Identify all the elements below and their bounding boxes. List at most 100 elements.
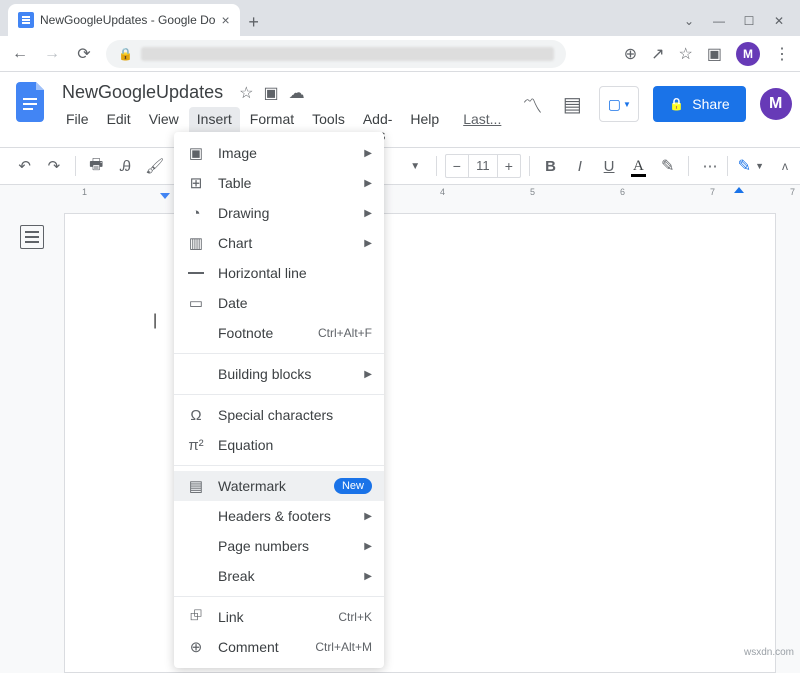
menu-item-label: Break [218,568,352,584]
new-tab-button[interactable]: + [240,8,268,36]
italic-button[interactable]: I [567,153,592,179]
document-title[interactable]: NewGoogleUpdates [58,80,227,105]
url-field[interactable]: 🔒 [106,40,566,68]
ruler[interactable]: 1 2 3 4 5 6 7 7 [0,185,800,201]
menu-item-special-characters[interactable]: Ω Special characters [174,400,384,430]
menu-item-label: Footnote [218,325,306,341]
window-controls: ⌄ — ☐ ✕ [682,14,800,36]
extensions-icon[interactable]: ▣ [707,44,722,64]
close-tab-icon[interactable]: × [221,12,229,28]
menu-item-image[interactable]: ▣Image▶ [174,138,384,168]
menu-item-break[interactable]: Break ▶ [174,561,384,591]
paint-format-button[interactable]: 🖌 [142,153,167,179]
menu-item-equation[interactable]: π²Equation [174,430,384,460]
text-cursor [155,312,156,330]
menu-item-link[interactable]: ⮺LinkCtrl+K [174,602,384,632]
minimize-icon[interactable]: — [712,14,726,28]
style-dropdown-arrow[interactable]: ▼ [403,153,428,179]
menu-item-watermark[interactable]: ▤WatermarkNew [174,471,384,501]
menu-item-horizontal-line[interactable]: Horizontal line [174,258,384,288]
menu-item-label: Drawing [218,205,352,221]
chevron-down-icon[interactable]: ⌄ [682,14,696,28]
move-icon[interactable]: ▣ [263,83,278,103]
cloud-status-icon[interactable]: ☁ [289,83,305,103]
menu-help[interactable]: Help [402,107,447,147]
redo-button[interactable]: ↷ [41,153,66,179]
menu-file[interactable]: File [58,107,97,147]
menu-item-building-blocks[interactable]: Building blocks▶ [174,359,384,389]
tab-title: NewGoogleUpdates - Google Do [40,13,215,27]
browser-tab-strip: NewGoogleUpdates - Google Do × + ⌄ — ☐ ✕ [0,0,800,36]
menu-item-chart[interactable]: ▥Chart▶ [174,228,384,258]
special-icon: Ω [186,405,206,425]
blank-icon [186,323,206,343]
menu-item-label: Comment [218,639,303,655]
comments-icon[interactable]: ▤ [559,92,585,117]
close-window-icon[interactable]: ✕ [772,14,786,28]
menu-item-label: Chart [218,235,352,251]
forward-button[interactable]: → [42,45,62,63]
address-bar: ← → ⟳ 🔒 ⊕ ↗ ☆ ▣ M ⋮ [0,36,800,72]
indent-first-line[interactable] [160,193,170,199]
underline-button[interactable]: U [596,153,621,179]
outline-icon[interactable] [20,225,44,249]
menu-item-drawing[interactable]: ◔Drawing▶ [174,198,384,228]
share-page-icon[interactable]: ↗ [651,44,664,64]
menu-item-label: Building blocks [218,366,352,382]
menu-item-label: Table [218,175,352,191]
docs-logo[interactable] [16,80,48,126]
menu-item-date[interactable]: ▭Date [174,288,384,318]
spellcheck-button[interactable]: Ꭿ [113,153,138,179]
back-button[interactable]: ← [10,45,30,63]
menu-item-table[interactable]: ⊞Table▶ [174,168,384,198]
menu-item-comment[interactable]: ⊕CommentCtrl+Alt+M [174,632,384,662]
bookmark-icon[interactable]: ☆ [679,44,693,64]
canvas-area [0,201,800,673]
submenu-arrow-icon: ▶ [364,571,372,582]
edit-mode-icon[interactable]: ✎ [738,156,751,176]
submenu-arrow-icon: ▶ [364,541,372,552]
present-button[interactable]: ▢▼ [599,86,639,122]
zoom-icon[interactable]: ⊕ [624,44,637,64]
menu-edit[interactable]: Edit [99,107,139,147]
trend-icon[interactable]: 〽 [519,90,545,119]
star-icon[interactable]: ☆ [239,83,253,103]
font-size-value[interactable]: 11 [468,155,498,177]
menu-shortcut: Ctrl+Alt+F [318,326,372,340]
menu-item-label: Special characters [218,407,372,423]
share-button[interactable]: Share [653,86,745,122]
account-avatar[interactable]: M [760,88,792,120]
document-page[interactable] [64,213,776,673]
new-badge: New [334,478,372,494]
undo-button[interactable]: ↶ [12,153,37,179]
highlight-button[interactable]: ✎ [655,153,680,179]
menu-separator [174,394,384,395]
blank-icon [186,536,206,556]
watermark-icon: ▤ [186,476,206,496]
maximize-icon[interactable]: ☐ [742,14,756,28]
menu-item-footnote[interactable]: Footnote Ctrl+Alt+F [174,318,384,348]
menu-item-label: Page numbers [218,538,352,554]
bold-button[interactable]: B [538,153,563,179]
profile-avatar[interactable]: M [736,42,760,66]
menu-item-page-numbers[interactable]: Page numbers ▶ [174,531,384,561]
last-edit-link[interactable]: Last... [455,107,509,147]
reload-button[interactable]: ⟳ [74,44,94,64]
more-toolbar-button[interactable]: ⋯ [697,153,722,179]
chrome-menu-icon[interactable]: ⋮ [774,44,790,64]
text-color-button[interactable]: A [626,153,651,179]
browser-tab[interactable]: NewGoogleUpdates - Google Do × [8,4,240,36]
submenu-arrow-icon: ▶ [364,178,372,189]
docs-header: NewGoogleUpdates ☆ ▣ ☁ File Edit View In… [0,72,800,147]
font-size-decrease[interactable]: − [446,158,468,174]
menu-item-headers-footers[interactable]: Headers & footers▶ [174,501,384,531]
collapse-toolbar-icon[interactable]: ʌ [782,159,788,173]
indent-right[interactable] [734,187,744,193]
url-text [141,47,554,61]
font-size-increase[interactable]: + [498,158,520,174]
blank-icon [186,506,206,526]
submenu-arrow-icon: ▶ [364,148,372,159]
edit-mode-arrow[interactable]: ▼ [755,161,764,171]
menu-separator [174,353,384,354]
print-button[interactable]: 🖶 [84,153,109,179]
